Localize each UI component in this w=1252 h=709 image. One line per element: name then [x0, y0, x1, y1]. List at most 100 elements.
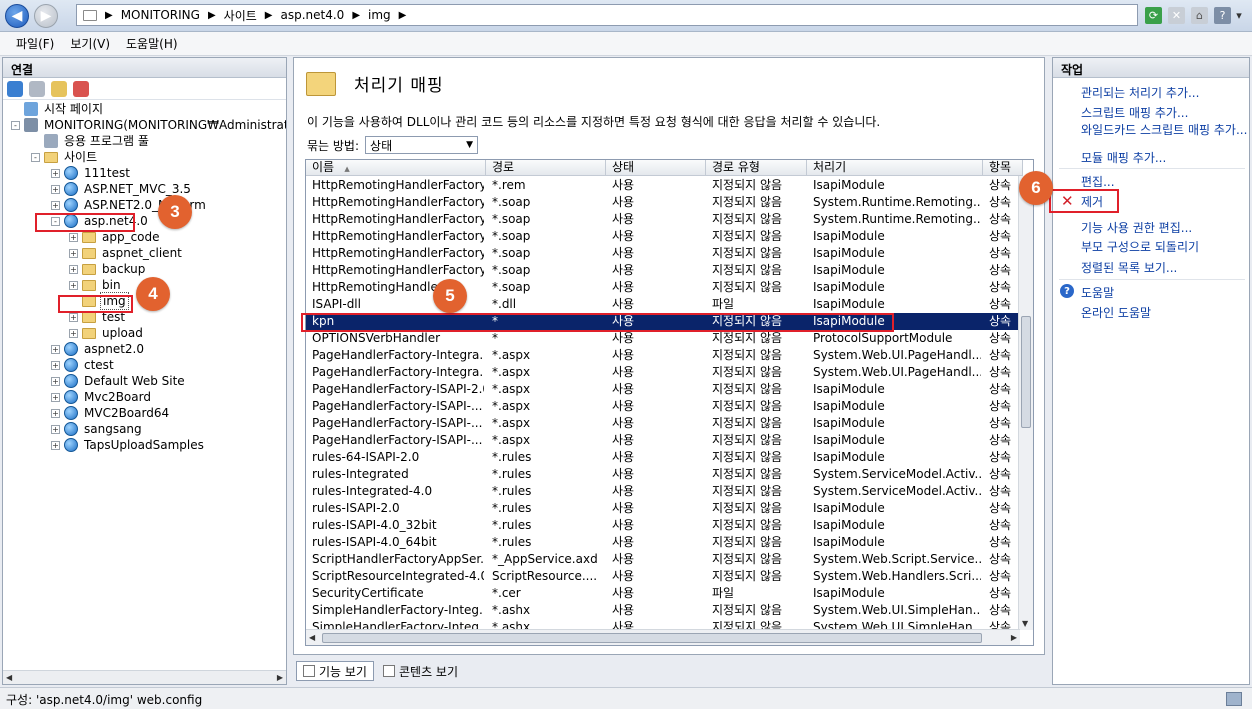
- action-view-ordered-list[interactable]: 정렬된 목록 보기...: [1081, 259, 1177, 276]
- home-icon[interactable]: ⌂: [1191, 7, 1208, 24]
- table-row[interactable]: HttpRemotingHandlerFactory... *.soap 사용 지정되…: [306, 211, 1020, 228]
- scroll-left-icon[interactable]: ◀: [6, 673, 12, 682]
- table-row[interactable]: PageHandlerFactory-Integra... *.aspx 사용 지정되…: [306, 347, 1020, 364]
- table-row[interactable]: ScriptResourceIntegrated-4.0 ScriptResour…: [306, 568, 1020, 585]
- scroll-thumb[interactable]: [322, 633, 982, 643]
- tree-node[interactable]: + ctest: [51, 357, 116, 373]
- expand-icon[interactable]: +: [51, 344, 60, 354]
- table-row[interactable]: HttpRemotingHandlerFactory... *.soap 사용 지정되…: [306, 228, 1020, 245]
- table-row[interactable]: ScriptHandlerFactoryAppSer... *_AppServic…: [306, 551, 1020, 568]
- tree-node[interactable]: + upload: [69, 325, 145, 341]
- tree-node[interactable]: 응용 프로그램 풀: [31, 133, 151, 149]
- table-row[interactable]: rules-Integrated-4.0 *.rules 사용 지정되지 않음 Syst…: [306, 483, 1020, 500]
- breadcrumb-item[interactable]: img: [368, 8, 391, 22]
- table-row[interactable]: rules-ISAPI-2.0 *.rules 사용 지정되지 않음 IsapiModu…: [306, 500, 1020, 517]
- refresh-icon[interactable]: ⟳: [1145, 7, 1162, 24]
- tree-node[interactable]: + Default Web Site: [51, 373, 187, 389]
- column-header[interactable]: 경로 유형: [706, 160, 807, 176]
- table-row[interactable]: SecurityCertificate *.cer 사용 파일 IsapiModule 상…: [306, 585, 1020, 602]
- scroll-down-icon[interactable]: ▼: [1022, 619, 1028, 628]
- table-row[interactable]: rules-ISAPI-4.0_64bit *.rules 사용 지정되지 않음 Isa…: [306, 534, 1020, 551]
- breadcrumb-item[interactable]: asp.net4.0: [280, 8, 344, 22]
- scroll-right-icon[interactable]: ▶: [1011, 633, 1017, 642]
- column-header[interactable]: 항목: [983, 160, 1023, 176]
- column-header[interactable]: 이름 ▲: [306, 160, 486, 176]
- expand-icon[interactable]: +: [51, 200, 60, 210]
- action-add-wildcard-script-map[interactable]: 와일드카드 스크립트 매핑 추가...: [1081, 121, 1247, 138]
- collapse-icon[interactable]: -: [11, 120, 20, 130]
- tab-features-view[interactable]: 기능 보기: [296, 661, 374, 681]
- up-level-icon[interactable]: [51, 80, 67, 97]
- expand-icon[interactable]: +: [69, 280, 78, 290]
- table-row[interactable]: HttpRemotingHandlerFactory... *.rem 사용 지정되지…: [306, 177, 1020, 194]
- table-row[interactable]: HttpRemotingHandlerFactory... *.soap 사용 지정되…: [306, 262, 1020, 279]
- expand-icon[interactable]: +: [51, 360, 60, 370]
- table-row[interactable]: HttpRemotingHandlerFactory... *.soap 사용 지정되…: [306, 245, 1020, 262]
- expand-icon[interactable]: +: [51, 392, 60, 402]
- tree-node[interactable]: - MONITORING(MONITORING₩Administrato: [11, 117, 286, 133]
- expand-icon[interactable]: +: [51, 168, 60, 178]
- tree-node[interactable]: + Mvc2Board: [51, 389, 153, 405]
- vertical-scrollbar[interactable]: ▲ ▼: [1018, 176, 1033, 630]
- scroll-right-icon[interactable]: ▶: [277, 673, 283, 682]
- tab-content-view[interactable]: 콘텐츠 보기: [376, 661, 465, 681]
- expand-icon[interactable]: +: [69, 312, 78, 322]
- scroll-thumb[interactable]: [1021, 316, 1031, 428]
- menu-help[interactable]: 도움말(H): [118, 35, 186, 52]
- action-online-help[interactable]: 온라인 도움말: [1081, 304, 1151, 321]
- table-row[interactable]: rules-Integrated *.rules 사용 지정되지 않음 System.S…: [306, 466, 1020, 483]
- tree-node[interactable]: - 사이트: [31, 149, 99, 165]
- table-row[interactable]: OPTIONSVerbHandler * 사용 지정되지 않음 ProtocolSupp…: [306, 330, 1020, 347]
- tree-horizontal-scrollbar[interactable]: ◀ ▶: [3, 670, 286, 684]
- address-field[interactable]: ▶ MONITORING ▶ 사이트 ▶ asp.net4.0 ▶ img ▶: [76, 4, 1138, 26]
- tree-node[interactable]: + sangsang: [51, 421, 144, 437]
- table-row[interactable]: HttpRemotingHandlerFactory... *.soap 사용 지정되…: [306, 194, 1020, 211]
- action-edit-feature-permissions[interactable]: 기능 사용 권한 편집...: [1081, 219, 1192, 236]
- chevron-down-icon[interactable]: ▾: [1233, 7, 1245, 24]
- action-add-script-map[interactable]: 스크립트 매핑 추가...: [1081, 104, 1188, 121]
- tree-node[interactable]: + backup: [69, 261, 147, 277]
- expand-icon[interactable]: +: [69, 232, 78, 242]
- forward-button[interactable]: ▶: [34, 4, 58, 28]
- horizontal-scrollbar[interactable]: ◀ ▶: [306, 629, 1020, 645]
- action-add-managed-handler[interactable]: 관리되는 처리기 추가...: [1081, 84, 1199, 101]
- remove-connection-icon[interactable]: [73, 80, 89, 97]
- save-icon[interactable]: [29, 80, 45, 97]
- table-row[interactable]: PageHandlerFactory-Integra... *.aspx 사용 지정되…: [306, 364, 1020, 381]
- expand-icon[interactable]: +: [51, 376, 60, 386]
- menu-file[interactable]: 파일(F): [8, 35, 62, 52]
- tree-node[interactable]: + aspnet2.0: [51, 341, 146, 357]
- expand-icon[interactable]: +: [69, 264, 78, 274]
- tree-node[interactable]: + aspnet_client: [69, 245, 184, 261]
- expand-icon[interactable]: +: [51, 424, 60, 434]
- breadcrumb-item[interactable]: 사이트: [224, 7, 257, 24]
- tree-node[interactable]: + bin: [69, 277, 123, 293]
- connect-icon[interactable]: [7, 80, 23, 97]
- tree-node[interactable]: 시작 페이지: [11, 101, 105, 117]
- table-row[interactable]: PageHandlerFactory-ISAPI-... *.aspx 사용 지정되지…: [306, 415, 1020, 432]
- table-row[interactable]: rules-ISAPI-4.0_32bit *.rules 사용 지정되지 않음 Isa…: [306, 517, 1020, 534]
- tree-node[interactable]: + TapsUploadSamples: [51, 437, 206, 453]
- action-help[interactable]: 도움말: [1081, 284, 1114, 301]
- action-edit[interactable]: 편집...: [1081, 173, 1115, 190]
- table-row[interactable]: ISAPI-dll *.dll 사용 파일 IsapiModule 상속: [306, 296, 1020, 313]
- action-revert-to-parent[interactable]: 부모 구성으로 되돌리기: [1081, 238, 1199, 255]
- table-row[interactable]: rules-64-ISAPI-2.0 *.rules 사용 지정되지 않음 IsapiM…: [306, 449, 1020, 466]
- group-by-select[interactable]: 상태 ▼: [365, 136, 479, 154]
- tree-node[interactable]: + MVC2Board64: [51, 405, 171, 421]
- scroll-left-icon[interactable]: ◀: [309, 633, 315, 642]
- table-row[interactable]: PageHandlerFactory-ISAPI-... *.aspx 사용 지정되지…: [306, 432, 1020, 449]
- table-row[interactable]: PageHandlerFactory-ISAPI-... *.aspx 사용 지정되지…: [306, 398, 1020, 415]
- menu-view[interactable]: 보기(V): [62, 35, 118, 52]
- table-row[interactable]: PageHandlerFactory-ISAPI-2.0 *.aspx 사용 지정되지…: [306, 381, 1020, 398]
- table-row[interactable]: HttpRemotingHandlerF... *.soap 사용 지정되지 않음 Is…: [306, 279, 1020, 296]
- help-dropdown-icon[interactable]: ?: [1214, 7, 1231, 24]
- table-row[interactable]: SimpleHandlerFactory-Integ... *.ashx 사용 지정되…: [306, 602, 1020, 619]
- stop-icon[interactable]: ✕: [1168, 7, 1185, 24]
- collapse-icon[interactable]: -: [31, 152, 40, 162]
- expand-icon[interactable]: +: [69, 248, 78, 258]
- column-header[interactable]: 처리기: [807, 160, 983, 176]
- expand-icon[interactable]: +: [51, 184, 60, 194]
- breadcrumb-item[interactable]: MONITORING: [121, 8, 200, 22]
- expand-icon[interactable]: +: [51, 440, 60, 450]
